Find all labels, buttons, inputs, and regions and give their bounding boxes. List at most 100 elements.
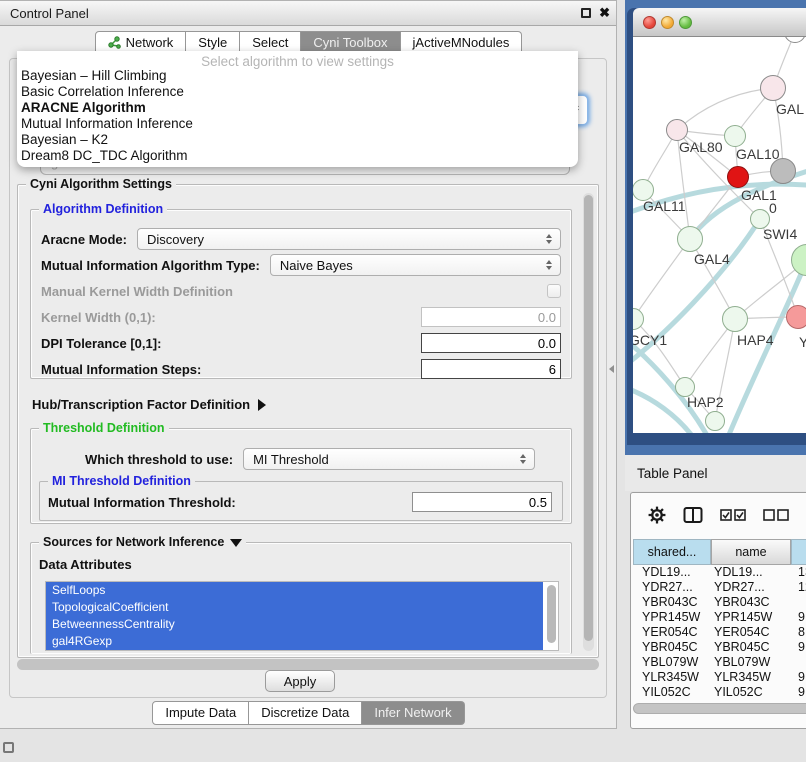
list-item[interactable]: SelfLoops [46,582,543,599]
network-icon [108,36,121,49]
tab-discretize-data[interactable]: Discretize Data [249,701,362,725]
network-desktop: GAL GAL80 GAL10 GAL1 GAL11 0 SWI4 GAL4 G… [625,0,806,455]
network-node[interactable] [786,305,806,329]
tab-infer-network[interactable]: Infer Network [362,701,464,725]
collapsed-panel-icon[interactable] [3,742,14,753]
network-node[interactable] [666,119,688,141]
cell: YDL19... [711,565,791,580]
data-attributes-list: SelfLoops TopologicalCoefficient Between… [45,581,559,651]
table-row[interactable]: YLR345WYLR345W9. [633,670,806,685]
mi-threshold-row: Mutual Information Threshold: [48,491,552,513]
network-node[interactable] [724,125,746,147]
cell: YBL079W [633,655,711,670]
network-node-label: GAL80 [679,139,723,155]
network-node-label: HAP4 [737,332,774,348]
panel-splitter-handle[interactable] [609,365,614,373]
dropdown-item[interactable]: Dream8 DC_TDC Algorithm [17,148,578,164]
table-panel-titlebar: Table Panel [625,455,806,491]
network-node-label: 0 [769,200,777,216]
cell: 9. [791,670,806,685]
cell: YIL052C [711,685,791,700]
manual-kernel-row: Manual Kernel Width Definition [41,278,561,304]
gear-icon[interactable] [648,506,666,524]
mi-steps-label: Mutual Information Steps: [41,362,201,377]
settings-horizontal-scrollbar[interactable] [17,659,599,670]
mi-type-combo[interactable]: Naive Bayes [270,254,561,276]
column-header-partial[interactable] [791,539,806,565]
cell [791,655,806,670]
aracne-mode-row: Aracne Mode: Discovery [41,226,561,252]
table-row[interactable]: YER054CYER054C8. [633,625,806,640]
group-title: Threshold Definition [39,421,169,436]
unchecked-boxes-icon[interactable] [763,508,789,522]
network-node[interactable] [677,226,703,252]
network-canvas[interactable]: GAL GAL80 GAL10 GAL1 GAL11 0 SWI4 GAL4 G… [633,37,806,433]
list-item[interactable]: TopologicalCoefficient [46,599,543,616]
tab-impute-data[interactable]: Impute Data [152,701,249,725]
tab-label: Impute Data [165,705,236,720]
dropdown-item[interactable]: Basic Correlation Inference [17,84,578,100]
network-window-titlebar [633,8,806,37]
list-scrollbar[interactable] [547,585,556,643]
cyni-algorithm-settings-group: Cyni Algorithm Settings Algorithm Defini… [17,184,599,658]
minimize-traffic-light-icon[interactable] [661,16,674,29]
manual-kernel-checkbox[interactable] [547,284,561,298]
hub-transcription-factor-expander[interactable]: Hub/Transcription Factor Definition [32,397,266,412]
dpi-tolerance-label: DPI Tolerance [0,1]: [41,336,161,351]
settings-vertical-scrollbar[interactable] [583,193,594,651]
network-node[interactable] [722,306,748,332]
cyni-bottom-tab-bar: Impute Data Discretize Data Infer Networ… [0,701,617,725]
dpi-tolerance-field[interactable] [421,333,561,353]
list-item[interactable]: gal4RGexp [46,633,543,650]
mi-steps-field[interactable] [421,359,561,379]
sources-expander[interactable]: Sources for Network Inference [39,535,246,550]
aracne-mode-combo[interactable]: Discovery [137,228,561,250]
table-row[interactable]: YIL052CYIL052C9 [633,685,806,700]
cell: 9. [791,610,806,625]
dropdown-item[interactable]: Bayesian – Hill Climbing [17,68,578,84]
network-node[interactable] [760,75,786,101]
apply-button[interactable]: Apply [265,670,335,692]
checked-boxes-icon[interactable] [720,508,746,522]
network-node-label: Y [799,334,806,350]
cell: YBR043C [711,595,791,610]
mi-threshold-field[interactable] [412,492,552,512]
dropdown-item-selected[interactable]: ARACNE Algorithm [17,100,578,116]
cell: YER054C [633,625,711,640]
network-node-label: SWI4 [763,226,797,242]
cell: YBR045C [633,640,711,655]
close-traffic-light-icon[interactable] [643,16,656,29]
zoom-traffic-light-icon[interactable] [679,16,692,29]
dropdown-item[interactable]: Bayesian – K2 [17,132,578,148]
network-node[interactable] [727,166,749,188]
expand-arrow-icon [258,399,266,411]
mi-type-row: Mutual Information Algorithm Type: Naive… [41,252,561,278]
table-row[interactable]: YBR045CYBR045C9. [633,640,806,655]
combo-arrows-icon [520,454,526,464]
kernel-width-field[interactable] [421,307,561,327]
column-header-name[interactable]: name [711,539,791,565]
table-panel-title: Table Panel [625,466,708,481]
table-horizontal-scrollbar[interactable] [633,703,806,714]
table-row[interactable]: YDL19...YDL19...13 [633,565,806,580]
dropdown-item[interactable]: Mutual Information Inference [17,116,578,132]
table-row[interactable]: YDR27...YDR27...12 [633,580,806,595]
table-row[interactable]: YPR145WYPR145W9. [633,610,806,625]
table-row[interactable]: YBR043CYBR043C [633,595,806,610]
control-panel-titlebar: Control Panel ✖ [0,1,616,26]
list-item[interactable]: BetweennessCentrality [46,616,543,633]
split-columns-icon[interactable] [683,506,703,524]
table-panel: shared... name YDL19...YDL19...13 YDR27.… [630,492,806,729]
combo-arrows-icon [546,234,552,244]
close-icon[interactable]: ✖ [599,5,610,21]
table-row[interactable]: YBL079WYBL079W [633,655,806,670]
column-header-shared-name[interactable]: shared... [633,539,711,565]
cell: YER054C [711,625,791,640]
dropdown-placeholder: Select algorithm to view settings [17,51,578,68]
cell: YLR345W [633,670,711,685]
network-node[interactable] [705,411,725,431]
which-threshold-combo[interactable]: MI Threshold [243,448,535,470]
hub-label: Hub/Transcription Factor Definition [32,397,250,412]
float-window-icon[interactable] [581,8,591,18]
tab-label: Discretize Data [261,705,349,720]
